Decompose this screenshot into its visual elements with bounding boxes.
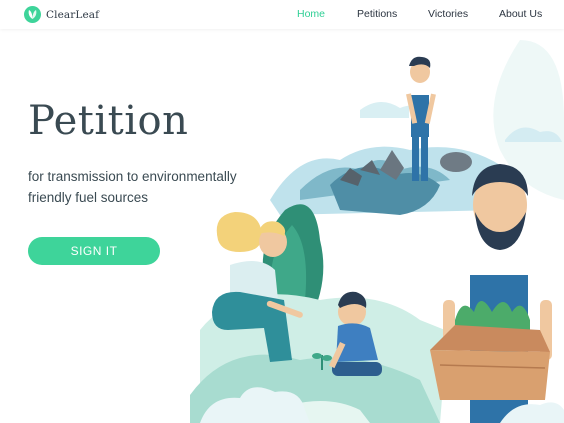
hero-illustration xyxy=(190,40,564,423)
nav-victories[interactable]: Victories xyxy=(428,8,468,20)
brand-logo[interactable]: ClearLeaf xyxy=(24,6,99,23)
nav-home[interactable]: Home xyxy=(297,8,325,20)
brand-name: ClearLeaf xyxy=(46,8,100,21)
sign-it-button[interactable]: SIGN IT xyxy=(28,237,160,265)
nav-petitions[interactable]: Petitions xyxy=(357,8,397,20)
top-navbar: ClearLeaf Home Petitions Victories About… xyxy=(0,0,564,29)
leaf-icon xyxy=(24,6,41,23)
nav-about-us[interactable]: About Us xyxy=(499,8,542,20)
